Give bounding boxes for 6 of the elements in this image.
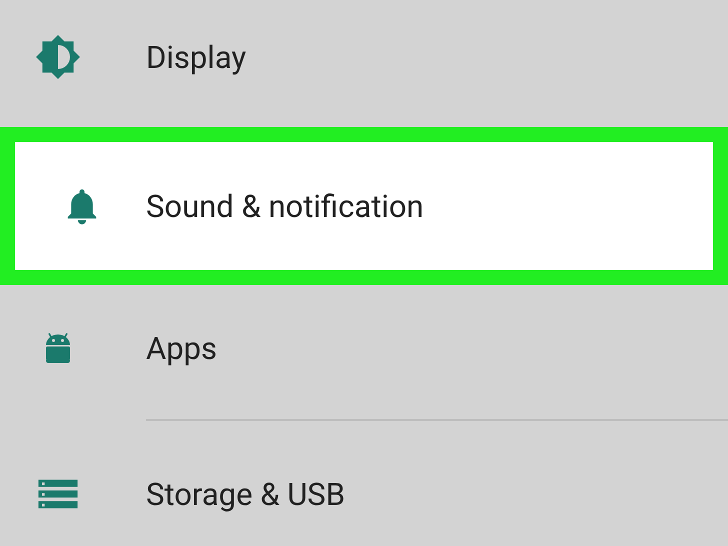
settings-item[interactable]: Sound & notification: [0, 127, 728, 285]
settings-item[interactable]: Storage & USB: [0, 421, 728, 546]
brightness-icon: [34, 33, 82, 81]
settings-item[interactable]: Display: [0, 0, 728, 127]
storage-icon: [36, 478, 80, 510]
settings-item[interactable]: Apps: [0, 285, 728, 411]
